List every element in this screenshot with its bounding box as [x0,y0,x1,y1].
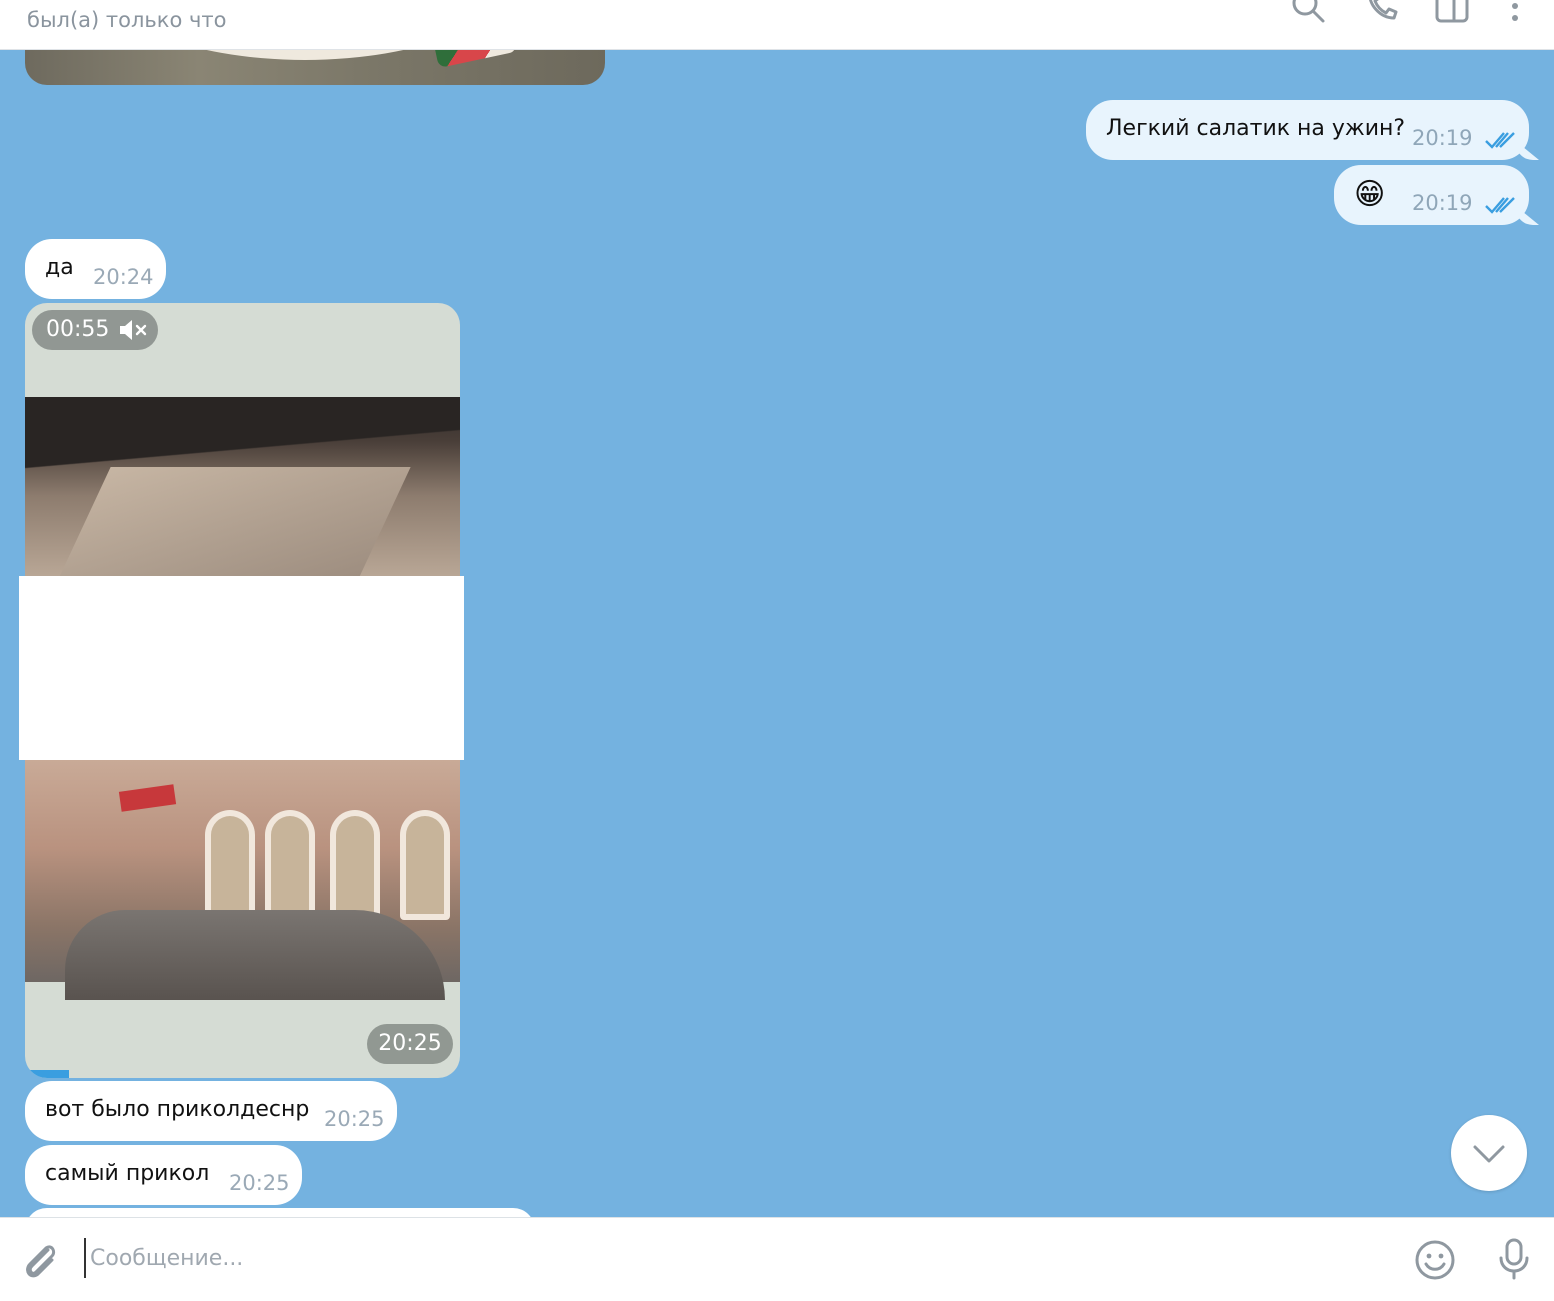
chevron-down-icon [1473,1145,1505,1163]
redacted-area [19,576,464,760]
video-time: 20:25 [367,1024,453,1064]
previous-photo-message[interactable] [25,50,605,85]
message-text: да [45,255,74,280]
message-bubble-outgoing[interactable]: 😁 20:19 [1334,165,1529,225]
message-time: 20:25 [324,1107,385,1131]
message-input[interactable] [84,1238,1364,1278]
video-frame-bottom [25,760,460,1000]
double-check-icon [1484,130,1518,150]
emoji-icon[interactable] [1413,1238,1457,1282]
message-bubble-incoming[interactable]: вот было приколдеснр 20:25 [25,1081,397,1141]
message-text: вот было приколдеснр [45,1097,310,1122]
chat-header: был(а) только что [0,0,1554,50]
message-bubble-incoming[interactable]: самый прикол 20:25 [25,1145,302,1205]
message-text: Легкий салатик на ужин? [1106,116,1406,141]
video-frame-top [25,397,460,577]
message-time: 20:25 [229,1171,290,1195]
message-composer [0,1217,1554,1301]
partially-visible-message[interactable] [25,1208,535,1217]
attach-icon[interactable] [18,1238,62,1282]
scroll-to-bottom-button[interactable] [1451,1115,1527,1191]
message-time: 20:24 [93,265,154,289]
sidebar-toggle-icon[interactable] [1432,0,1472,26]
message-text: самый прикол [45,1161,210,1186]
video-duration: 00:55 [46,317,110,342]
double-check-icon [1484,195,1518,215]
microphone-icon[interactable] [1492,1236,1536,1280]
message-bubble-outgoing[interactable]: Легкий салатик на ужин? 20:19 [1086,100,1529,160]
search-icon[interactable] [1288,0,1328,26]
message-time: 20:19 [1412,126,1473,150]
emoji-message: 😁 [1354,177,1386,212]
more-icon[interactable] [1495,0,1535,26]
message-bubble-incoming[interactable]: да 20:24 [25,239,166,299]
muted-speaker-icon[interactable] [118,318,148,342]
phone-icon[interactable] [1362,0,1402,26]
last-seen-status: был(а) только что [27,8,227,32]
message-list[interactable]: Легкий салатик на ужин? 20:19 😁 20:19 да… [0,50,1554,1217]
message-time: 20:19 [1412,191,1473,215]
video-progress-bar [25,1070,69,1078]
video-duration-badge[interactable]: 00:55 [32,310,158,350]
